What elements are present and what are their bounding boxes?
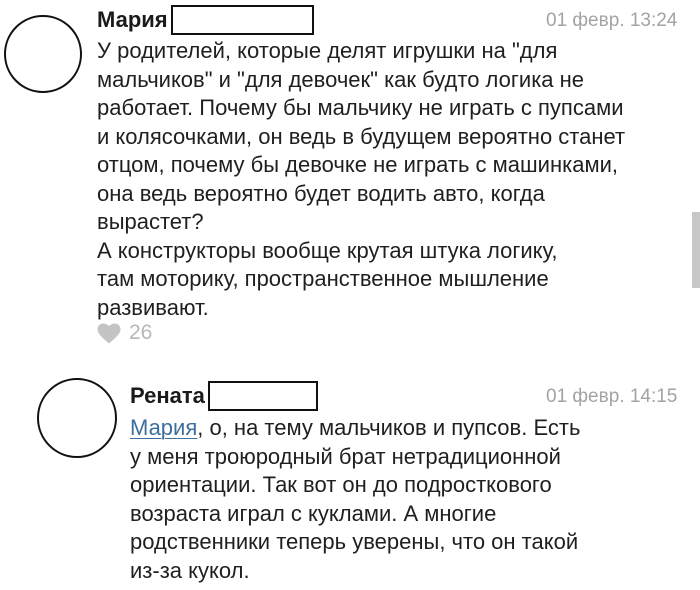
avatar[interactable] xyxy=(4,15,82,93)
text-line: родственники теперь уверены, что он тако… xyxy=(130,529,579,554)
comment-date: 01 февр. 13:24 xyxy=(546,10,678,31)
like-button[interactable]: 26 xyxy=(97,321,152,345)
text-fragment: , о, на тему мальчиков и пупсов. Есть xyxy=(197,415,581,440)
text-line: и колясочками, он ведь в будущем вероятн… xyxy=(97,123,626,149)
avatar[interactable] xyxy=(37,378,117,458)
text-line: работает. Почему бы мальчику не играть с… xyxy=(97,95,624,120)
comment-text: Мария, о, на тему мальчиков и пупсов. Ес… xyxy=(130,414,580,585)
text-line: У родителей, которые делят игрушки на "д… xyxy=(97,38,558,63)
text-line: вырастет? xyxy=(97,209,204,234)
text-line: там моторику, пространственное мышление xyxy=(97,266,549,291)
like-count: 26 xyxy=(129,321,153,344)
text-line: отцом, почему бы девочке не играть с маш… xyxy=(97,152,618,177)
text-line: А конструкторы вообще крутая штука логик… xyxy=(97,237,558,263)
comment-header: Рената xyxy=(130,380,318,412)
text-line: мальчиков" и "для девочек" как будто лог… xyxy=(97,66,585,92)
text-line: ориентации. Так вот он до подросткового xyxy=(130,472,552,497)
redacted-box xyxy=(170,5,314,35)
text-line: у меня троюродный брат нетрадиционной xyxy=(130,443,561,469)
author-name[interactable]: Мария xyxy=(97,6,168,34)
author-name[interactable]: Рената xyxy=(130,382,205,410)
comment-text: У родителей, которые делят игрушки на "д… xyxy=(97,37,625,322)
text-line: из-за кукол. xyxy=(130,557,250,583)
text-line: она ведь вероятно будет водить авто, ког… xyxy=(97,180,545,206)
scrollbar-thumb[interactable] xyxy=(692,212,700,288)
text-line: Мария, о, на тему мальчиков и пупсов. Ес… xyxy=(130,414,580,443)
comment-date: 01 февр. 14:15 xyxy=(546,386,678,407)
comment-header: Мария xyxy=(97,4,314,36)
text-line: возраста играл с куклами. А многие xyxy=(130,500,497,526)
text-line: развивают. xyxy=(97,294,209,320)
heart-icon xyxy=(97,323,121,344)
mention-link[interactable]: Мария xyxy=(130,415,197,440)
redacted-box xyxy=(207,381,318,411)
